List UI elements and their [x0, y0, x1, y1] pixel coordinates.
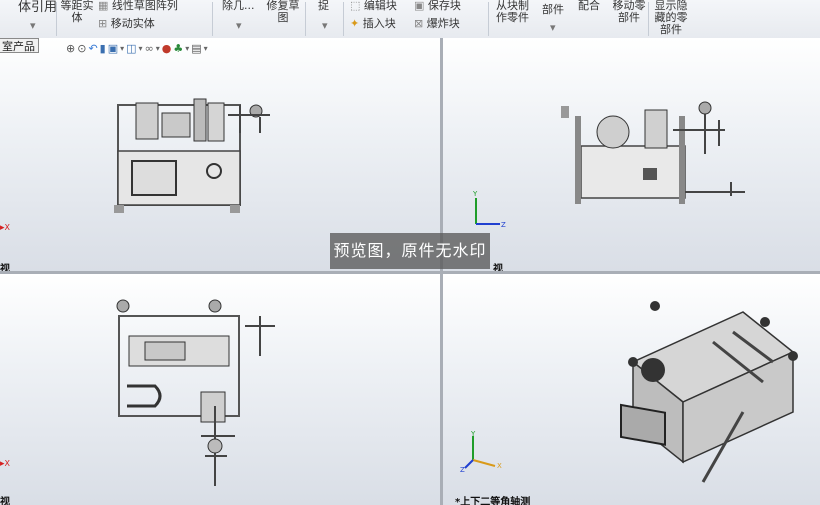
save-block-button[interactable]: ▣ 保存块: [414, 0, 461, 12]
dropdown-arrow-icon[interactable]: ▾: [236, 20, 242, 32]
save-block-icon: ▣: [414, 0, 428, 12]
scene-icon[interactable]: ♣: [173, 42, 183, 56]
view-orientation-icon[interactable]: ▣: [108, 42, 118, 56]
view-settings-icon[interactable]: ▤: [191, 42, 201, 56]
edit-block-button[interactable]: ⬚ 编辑块: [350, 0, 397, 12]
hide-show-items-icon[interactable]: ∞: [145, 42, 154, 56]
dropdown-arrow-icon[interactable]: ▾: [185, 42, 189, 56]
offset-entities-button[interactable]: 等距实 体: [60, 0, 94, 24]
axis-indicator: ▸X: [0, 459, 11, 469]
display-style-icon[interactable]: ◫: [126, 42, 136, 56]
toolbar-separator: [56, 2, 57, 36]
model-side-view: [561, 101, 745, 204]
dropdown-arrow-icon[interactable]: ▾: [322, 20, 328, 32]
zoom-to-area-icon[interactable]: ⊙: [77, 42, 86, 56]
toolbar-separator: [488, 2, 489, 36]
triad-icon: [464, 436, 496, 469]
dropdown-arrow-icon[interactable]: ▾: [156, 42, 160, 56]
toolbar-separator: [212, 2, 213, 36]
quick-snaps-button[interactable]: 捉: [318, 0, 329, 12]
convert-entities-button[interactable]: 体引用: [18, 1, 57, 14]
insert-block-icon: ✦: [350, 17, 363, 30]
show-hidden-components-button[interactable]: 显示隐 藏的零 部件: [654, 0, 688, 36]
heads-up-view-toolbar: ⊕ ⊙ ↶ ▮ ▣ ▾ ◫ ▾ ∞ ▾ ● ♣ ▾ ▤ ▾: [66, 41, 208, 57]
model-front-view: [114, 98, 270, 213]
command-manager: 体引用 ▾ 等距实 体 ▦ 线性草图阵列 ⊞ 移动实体 除几... ▾ 修复草 …: [0, 0, 820, 39]
view-label: *上下二等角轴测: [455, 497, 531, 505]
viewport-bottom-right[interactable]: Y Z X *上下二等角轴测: [443, 274, 820, 505]
edit-block-icon: ⬚: [350, 0, 364, 12]
move-icon: ⊞: [98, 17, 111, 30]
remove-relations-button[interactable]: 除几...: [222, 0, 255, 12]
view-label: 视: [0, 497, 10, 505]
toolbar-separator: [648, 2, 649, 36]
move-entities-button[interactable]: ⊞ 移动实体: [98, 18, 155, 30]
pattern-icon: ▦: [98, 0, 112, 12]
model-top-view: [116, 299, 275, 486]
explode-block-button[interactable]: ⊠ 爆炸块: [414, 18, 460, 30]
view-label: 视: [0, 264, 10, 271]
insert-block-button[interactable]: ✦ 插入块: [350, 18, 396, 30]
model-isometric-view: [620, 301, 798, 483]
mate-button[interactable]: 配合: [578, 0, 600, 12]
view-label: 视: [493, 264, 503, 271]
axis-indicator: ▸X: [0, 223, 11, 233]
make-part-from-block-button[interactable]: 从块制 作零件: [496, 0, 529, 24]
viewport-top-right[interactable]: Y Z 视: [443, 38, 820, 271]
zoom-to-fit-icon[interactable]: ⊕: [66, 42, 75, 56]
document-tab[interactable]: 室产品: [0, 38, 39, 53]
dropdown-arrow-icon[interactable]: ▾: [120, 42, 124, 56]
viewport-bottom-left[interactable]: ▸X 视: [0, 274, 440, 505]
toolbar-separator: [305, 2, 306, 36]
dropdown-arrow-icon[interactable]: ▾: [30, 20, 36, 32]
parts-button[interactable]: 部件: [542, 4, 564, 16]
viewport-splitter-horizontal[interactable]: [0, 271, 820, 274]
explode-block-icon: ⊠: [414, 17, 427, 30]
watermark-banner: 预览图，原件无水印: [330, 233, 490, 269]
linear-sketch-pattern-button[interactable]: ▦ 线性草图阵列: [98, 0, 178, 12]
toolbar-separator: [343, 2, 344, 36]
dropdown-arrow-icon[interactable]: ▾: [139, 42, 143, 56]
move-component-button[interactable]: 移动零 部件: [610, 0, 648, 24]
repair-sketch-button[interactable]: 修复草 图: [264, 0, 302, 24]
appearance-icon[interactable]: ●: [162, 42, 172, 56]
previous-view-icon[interactable]: ↶: [88, 42, 97, 56]
dropdown-arrow-icon[interactable]: ▾: [204, 42, 208, 56]
dropdown-arrow-icon[interactable]: ▾: [550, 22, 556, 34]
section-view-icon[interactable]: ▮: [100, 42, 106, 56]
